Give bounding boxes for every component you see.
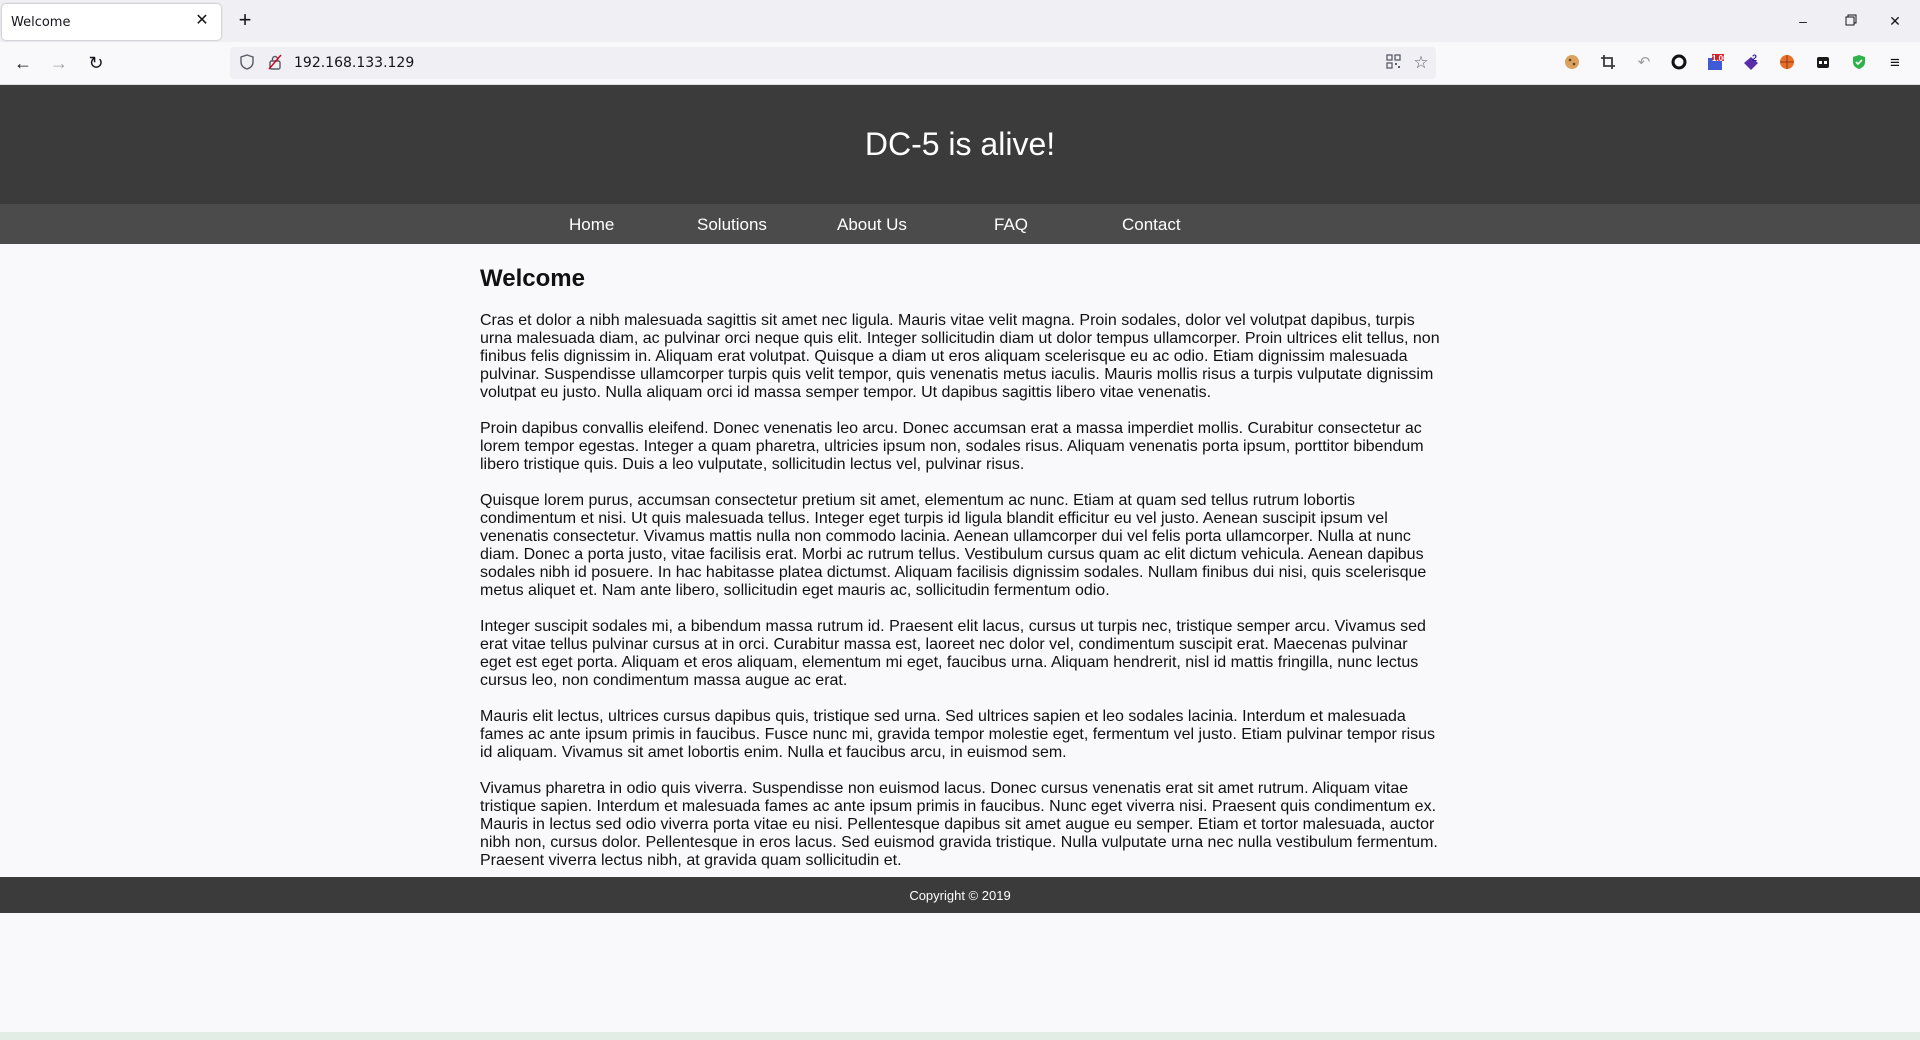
url-text[interactable]: 192.168.133.129 [294,55,414,71]
tab-title: Welcome [11,15,71,30]
url-bar[interactable]: 192.168.133.129 ☆ [230,47,1436,79]
qr-code-icon[interactable] [1384,54,1402,72]
copyright-text: Copyright © 2019 [909,888,1011,903]
paragraph: Quisque lorem purus, accumsan consectetu… [480,492,1427,599]
active-tab[interactable]: Welcome ✕ [2,4,221,40]
paragraph: Vivamus pharetra in odio quis viverra. S… [480,780,1438,869]
close-tab-icon[interactable]: ✕ [191,10,213,32]
paragraph: Integer suscipit sodales mi, a bibendum … [480,618,1426,689]
extension-circle-icon[interactable] [1670,54,1688,72]
extension-shield-icon[interactable] [1850,54,1868,72]
new-tab-icon[interactable]: + [233,8,257,32]
close-window-icon[interactable]: ✕ [1872,6,1918,36]
lock-icon[interactable] [266,54,284,72]
paragraph: Cras et dolor a nibh malesuada sagittis … [480,312,1440,401]
extension-flag-icon[interactable]: 1.00 [1706,54,1728,72]
back-icon[interactable]: ← [10,51,36,75]
extension-cookie-icon[interactable] [1563,54,1581,72]
reload-icon[interactable]: ↻ [83,51,109,75]
tab-strip: Welcome ✕ + – ✕ [0,0,1920,42]
extension-ball-icon[interactable] [1778,54,1796,72]
paragraph: Mauris elit lectus, ultrices cursus dapi… [480,708,1436,761]
shield-icon[interactable] [238,54,256,72]
site-title: DC-5 is alive! [864,126,1056,162]
undo-icon[interactable]: ↶ [1635,54,1653,72]
paragraph: Proin dapibus convallis eleifend. Donec … [480,420,1424,473]
desktop-strip [0,1032,1920,1040]
nav-faq[interactable]: FAQ [994,215,1028,235]
extension-badge-2: 2 [1752,53,1758,63]
extension-box-icon[interactable] [1814,54,1832,72]
restore-icon[interactable] [1828,6,1874,36]
bookmark-star-icon[interactable]: ☆ [1412,54,1430,72]
nav-home[interactable]: Home [569,215,614,235]
extension-diamond-icon[interactable]: 2 [1742,53,1760,72]
nav-contact[interactable]: Contact [1122,215,1181,235]
navigation-toolbar: ← → ↻ 192.168.133.129 ☆ ↶ 1.00 2 ≡ [0,42,1920,85]
forward-icon[interactable]: → [46,51,72,75]
site-nav: Home Solutions About Us FAQ Contact [0,204,1920,244]
minimize-icon[interactable]: – [1780,6,1826,36]
site-header: DC-5 is alive! [0,85,1920,204]
site-footer: Copyright © 2019 [0,877,1920,913]
crop-icon[interactable] [1599,54,1617,72]
menu-icon[interactable]: ≡ [1886,54,1904,72]
main-content: Welcome Cras et dolor a nibh malesuada s… [480,244,1442,870]
nav-about-us[interactable]: About Us [837,215,907,235]
page-heading: Welcome [480,265,585,292]
nav-solutions[interactable]: Solutions [697,215,767,235]
extension-badge-1: 1.00 [1712,54,1728,63]
